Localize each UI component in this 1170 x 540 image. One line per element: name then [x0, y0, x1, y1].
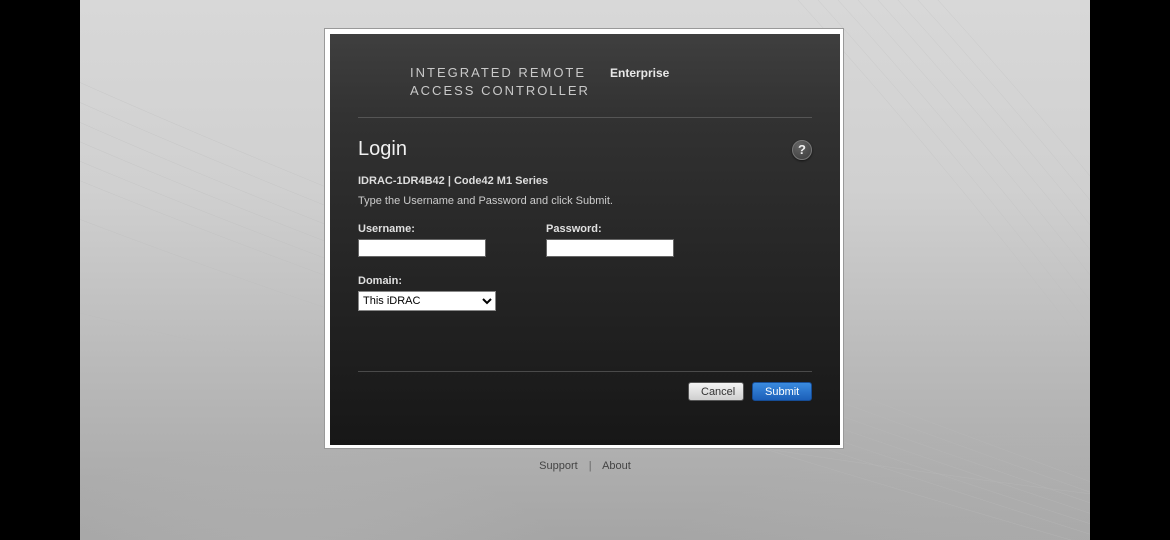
button-row: Cancel Submit	[330, 372, 840, 401]
credentials-grid: Username: Password:	[358, 223, 812, 257]
domain-section: Domain: This iDRAC	[358, 275, 812, 311]
product-title: INTEGRATED REMOTE ACCESS CONTROLLER	[410, 64, 610, 99]
help-icon[interactable]: ?	[792, 140, 812, 160]
support-link[interactable]: Support	[539, 460, 578, 472]
edition-label: Enterprise	[610, 64, 669, 99]
cancel-button[interactable]: Cancel	[688, 382, 744, 401]
login-panel-inner: INTEGRATED REMOTE ACCESS CONTROLLER Ente…	[330, 34, 840, 445]
password-input[interactable]	[546, 239, 674, 257]
left-black-bar	[0, 0, 80, 540]
domain-label: Domain:	[358, 275, 812, 287]
product-title-line2: ACCESS CONTROLLER	[410, 82, 610, 100]
username-input[interactable]	[358, 239, 486, 257]
login-heading-row: Login ?	[358, 138, 812, 161]
about-link[interactable]: About	[602, 460, 631, 472]
footer-links: Support | About	[0, 460, 1170, 472]
device-info: IDRAC-1DR4B42 | Code42 M1 Series	[358, 175, 812, 187]
username-label: Username:	[358, 223, 508, 235]
login-panel: INTEGRATED REMOTE ACCESS CONTROLLER Ente…	[324, 28, 844, 449]
right-black-bar	[1090, 0, 1170, 540]
instructions-text: Type the Username and Password and click…	[358, 195, 812, 207]
password-label: Password:	[546, 223, 696, 235]
submit-button[interactable]: Submit	[752, 382, 812, 401]
domain-select[interactable]: This iDRAC	[358, 291, 496, 311]
footer-separator: |	[589, 460, 592, 472]
product-title-line1: INTEGRATED REMOTE	[410, 64, 610, 82]
login-body: Login ? IDRAC-1DR4B42 | Code42 M1 Series…	[330, 118, 840, 321]
panel-header: INTEGRATED REMOTE ACCESS CONTROLLER Ente…	[330, 34, 840, 117]
login-heading: Login	[358, 138, 407, 161]
